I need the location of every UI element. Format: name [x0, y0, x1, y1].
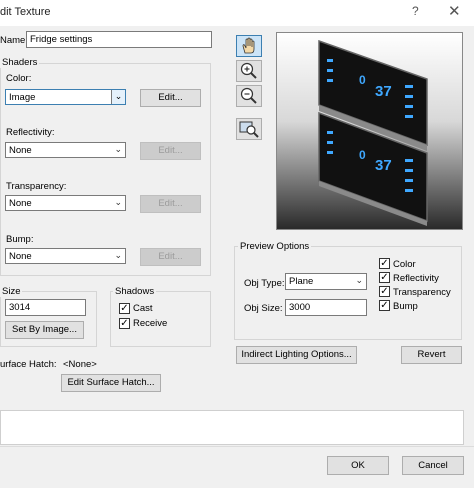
zoom-out-button[interactable] [236, 85, 262, 107]
color-label: Color: [6, 73, 32, 84]
preview-color-label: Color [393, 259, 416, 270]
zoom-region-button[interactable] [236, 118, 262, 140]
size-field[interactable]: 3014 [5, 299, 86, 316]
bump-select[interactable]: None ⌄ [5, 248, 126, 264]
obj-type-value: Plane [289, 276, 314, 287]
preview-transparency-checkbox[interactable]: ✓ [379, 286, 390, 297]
edit-surface-hatch-button[interactable]: Edit Surface Hatch... [61, 374, 161, 392]
top-small-readout: 0 [359, 73, 366, 87]
color-edit-button[interactable]: Edit... [140, 89, 201, 107]
reflectivity-select[interactable]: None ⌄ [5, 142, 126, 158]
bump-label: Bump: [6, 234, 34, 245]
window-title: dit Texture [0, 6, 51, 18]
chevron-down-icon: ⌄ [114, 144, 122, 154]
fridge-panel-image [318, 39, 428, 226]
preview-bump-checkbox[interactable]: ✓ [379, 300, 390, 311]
transparency-edit-button[interactable]: Edit... [140, 195, 201, 213]
zoom-out-icon [240, 87, 257, 104]
info-area [0, 410, 464, 445]
close-icon[interactable]: ✕ [448, 2, 461, 20]
size-title: Size [0, 286, 23, 297]
zoom-region-icon [239, 121, 259, 138]
preview-options-title: Preview Options [238, 241, 312, 252]
shaders-title: Shaders [0, 57, 40, 68]
receive-label: Receive [133, 318, 168, 329]
surface-hatch-label: urface Hatch: [0, 359, 57, 370]
chevron-down-icon: ⌄ [114, 197, 122, 207]
title-bar: dit Texture ? ✕ [0, 0, 474, 26]
obj-size-field[interactable]: 3000 [285, 299, 367, 316]
bottom-temp-readout: 37 [375, 157, 392, 174]
bump-select-value: None [9, 251, 32, 262]
set-by-image-button[interactable]: Set By Image... [5, 321, 84, 339]
color-select-value: Image [9, 92, 36, 103]
chevron-down-icon: ⌄ [355, 275, 363, 285]
reflectivity-select-value: None [9, 145, 32, 156]
name-field[interactable]: Fridge settings [26, 31, 212, 48]
texture-preview[interactable]: 0 37 0 37 [276, 32, 463, 230]
preview-transparency-label: Transparency [393, 287, 451, 298]
color-select[interactable]: Image ⌄ [5, 89, 126, 105]
zoom-in-button[interactable] [236, 60, 262, 82]
revert-button[interactable]: Revert [401, 346, 462, 364]
cancel-button[interactable]: Cancel [402, 456, 464, 475]
top-temp-readout: 37 [375, 83, 392, 100]
preview-color-checkbox[interactable]: ✓ [379, 258, 390, 269]
chevron-down-icon: ⌄ [114, 250, 122, 260]
obj-size-label: Obj Size: [244, 303, 283, 314]
obj-type-select[interactable]: Plane ⌄ [285, 273, 367, 290]
hand-tool-button[interactable] [236, 35, 262, 57]
zoom-in-icon [240, 62, 257, 79]
cast-checkbox[interactable]: ✓ [119, 303, 130, 314]
surface-hatch-value: <None> [63, 359, 97, 370]
preview-bump-label: Bump [393, 301, 418, 312]
transparency-select[interactable]: None ⌄ [5, 195, 126, 211]
reflectivity-label: Reflectivity: [6, 127, 55, 138]
preview-reflectivity-checkbox[interactable]: ✓ [379, 272, 390, 283]
transparency-select-value: None [9, 198, 32, 209]
ok-button[interactable]: OK [327, 456, 389, 475]
obj-type-label: Obj Type: [244, 278, 285, 289]
shadows-title: Shadows [113, 286, 157, 297]
bump-edit-button[interactable]: Edit... [140, 248, 201, 266]
transparency-label: Transparency: [6, 181, 67, 192]
preview-reflectivity-label: Reflectivity [393, 273, 439, 284]
cast-label: Cast [133, 303, 153, 314]
chevron-down-icon: ⌄ [111, 90, 125, 104]
receive-checkbox[interactable]: ✓ [119, 318, 130, 329]
reflectivity-edit-button[interactable]: Edit... [140, 142, 201, 160]
name-label: Name: [0, 35, 28, 46]
hand-tool-icon [242, 37, 255, 54]
bottom-small-readout: 0 [359, 148, 366, 162]
indirect-lighting-button[interactable]: Indirect Lighting Options... [236, 346, 357, 364]
help-button[interactable]: ? [412, 4, 419, 18]
